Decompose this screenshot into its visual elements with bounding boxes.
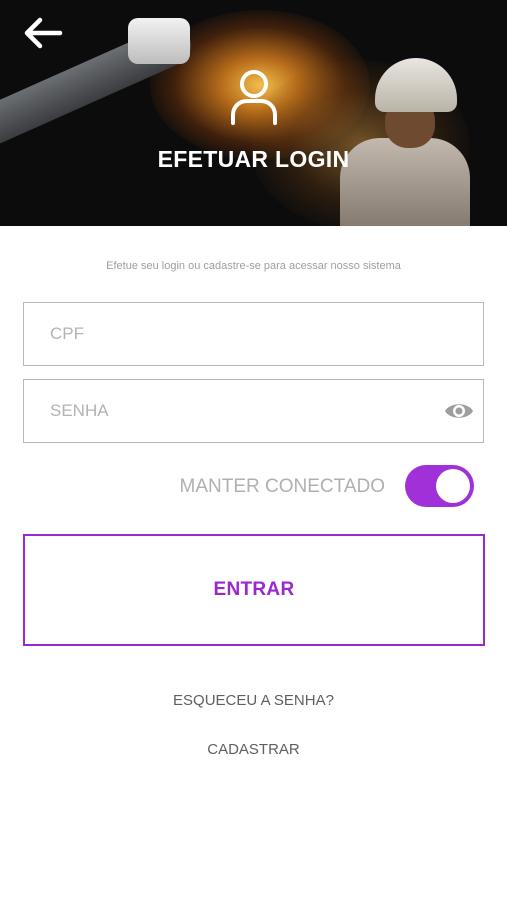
password-input[interactable] xyxy=(24,380,483,442)
password-field[interactable] xyxy=(23,379,484,443)
cpf-input[interactable] xyxy=(24,303,483,365)
arrow-left-icon xyxy=(24,17,63,49)
login-button[interactable]: ENTRAR xyxy=(23,534,485,646)
eye-icon[interactable] xyxy=(443,397,475,425)
streetlight-lamp xyxy=(128,18,190,64)
remember-me-label: MANTER CONECTADO xyxy=(179,476,385,497)
cpf-field[interactable] xyxy=(23,302,484,366)
register-link[interactable]: CADASTRAR xyxy=(0,741,507,758)
back-button[interactable] xyxy=(22,16,64,50)
page-title: EFETUAR LOGIN xyxy=(157,146,350,172)
forgot-password-link[interactable]: ESQUECEU A SENHA? xyxy=(0,692,507,709)
remember-me-toggle[interactable] xyxy=(405,465,474,507)
toggle-knob xyxy=(436,469,470,503)
header-banner: EFETUAR LOGIN xyxy=(0,0,507,226)
login-instructions: Efetue seu login ou cadastre-se para ace… xyxy=(106,260,401,272)
user-outline-icon xyxy=(231,70,277,125)
